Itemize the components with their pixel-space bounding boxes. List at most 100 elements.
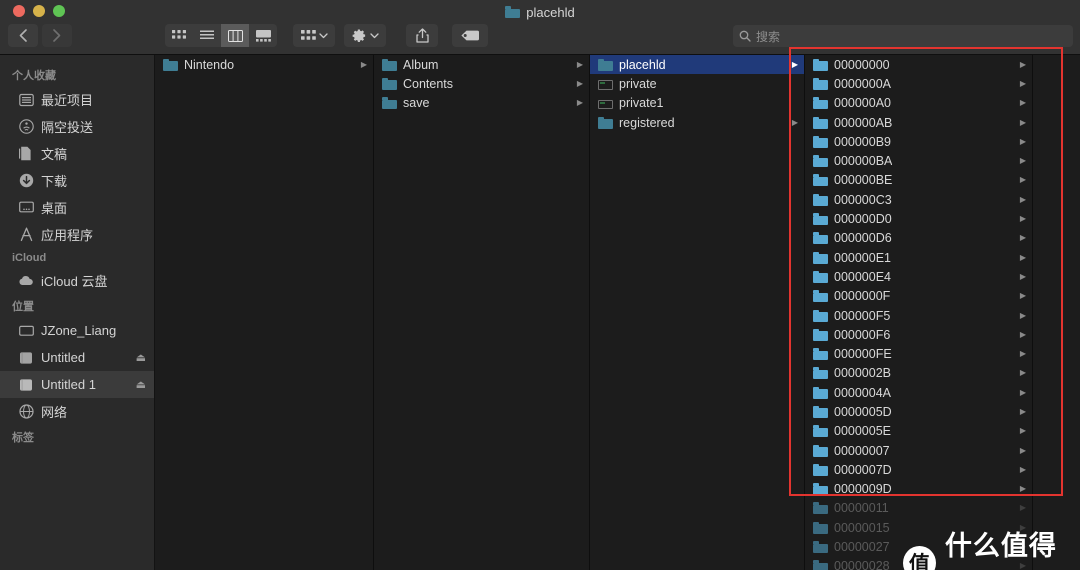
column-row[interactable]: 0000004A ▶ [805,383,1032,402]
icon-view-icon[interactable] [165,24,193,47]
column-row[interactable]: 00000007 ▶ [805,441,1032,460]
column-row[interactable]: 000000B9 ▶ [805,132,1032,151]
column-row[interactable]: placehld ▶ [590,55,804,75]
disclosure-arrow-icon[interactable]: ▶ [1020,195,1026,204]
column-row[interactable]: 000000BE ▶ [805,171,1032,190]
list-view-icon[interactable] [193,24,221,47]
column-nintendo[interactable]: Nintendo ▶ [155,55,374,570]
column-placehld-contents[interactable]: 00000000 ▶ 0000000A ▶ 000000A0 ▶ 000000AB ▶ 0000… [805,55,1033,570]
sidebar-item-desktop[interactable]: 桌面 [0,194,154,221]
sidebar-item-icloud-drive[interactable]: iCloud 云盘 [0,267,154,294]
forward-button[interactable] [42,24,72,47]
column-row[interactable]: Album ▶ [374,55,589,74]
sidebar-item-untitled-1[interactable]: Untitled 1 ⏏ [0,371,154,398]
disclosure-arrow-icon[interactable]: ▶ [1020,465,1026,474]
disclosure-arrow-icon[interactable]: ▶ [577,99,583,107]
column-row[interactable]: 000000BA ▶ [805,151,1032,170]
share-button[interactable] [406,24,438,47]
column-row[interactable]: 0000005E ▶ [805,422,1032,441]
disclosure-arrow-icon[interactable]: ▶ [1020,350,1026,358]
disclosure-arrow-icon[interactable]: ▶ [1020,562,1026,570]
column-empty[interactable] [1033,55,1079,570]
sidebar-item-untitled[interactable]: Untitled ⏏ [0,344,154,371]
disclosure-arrow-icon[interactable]: ▶ [1020,234,1026,242]
disclosure-arrow-icon[interactable]: ▶ [1020,446,1026,455]
column-row[interactable]: 000000F6 ▶ [805,325,1032,344]
disclosure-arrow-icon[interactable]: ▶ [1020,504,1026,512]
arrange-button[interactable] [293,24,335,47]
disclosure-arrow-icon[interactable]: ▶ [1020,272,1026,281]
disclosure-arrow-icon[interactable]: ▶ [1020,157,1026,165]
column-row[interactable]: 00000000 ▶ [805,55,1032,74]
column-row[interactable]: 0000007D ▶ [805,460,1032,479]
column-row[interactable]: Contents ▶ [374,74,589,93]
disclosure-arrow-icon[interactable]: ▶ [1020,60,1026,69]
column-row[interactable]: private [590,74,804,93]
column-row[interactable]: 0000000A ▶ [805,74,1032,93]
column-row[interactable]: 00000027 ▶ [805,537,1032,556]
column-row[interactable]: 0000002B ▶ [805,364,1032,383]
disclosure-arrow-icon[interactable]: ▶ [1020,137,1026,146]
disclosure-arrow-icon[interactable]: ▶ [1020,215,1026,223]
column-row[interactable]: 000000E1 ▶ [805,248,1032,267]
sidebar-item-downloads[interactable]: 下载 [0,167,154,194]
eject-icon[interactable]: ⏏ [136,378,146,391]
eject-icon[interactable]: ⏏ [136,351,146,364]
sidebar-item-recents[interactable]: 最近项目 [0,86,154,113]
column-row[interactable]: 00000011 ▶ [805,499,1032,518]
column-row[interactable]: 0000005D ▶ [805,402,1032,421]
column-row[interactable]: 000000F5 ▶ [805,306,1032,325]
disclosure-arrow-icon[interactable]: ▶ [792,118,798,127]
disclosure-arrow-icon[interactable]: ▶ [1020,330,1026,339]
disclosure-arrow-icon[interactable]: ▶ [577,79,583,88]
sidebar-item-applications[interactable]: 应用程序 [0,221,154,248]
search-field[interactable]: 搜索 [733,25,1073,47]
disclosure-arrow-icon[interactable]: ▶ [1020,311,1026,320]
column-row[interactable]: 000000E4 ▶ [805,267,1032,286]
sidebar-item-jzone-liang[interactable]: JZone_Liang [0,317,154,344]
disclosure-arrow-icon[interactable]: ▶ [361,60,367,69]
column-row[interactable]: 00000028 ▶ [805,557,1032,570]
gallery-view-icon[interactable] [249,24,277,47]
tag-button[interactable] [452,24,488,47]
back-button[interactable] [8,24,38,47]
column-row[interactable]: private1 [590,94,804,113]
folder-icon [813,135,828,148]
disclosure-arrow-icon[interactable]: ▶ [1020,543,1026,551]
sidebar[interactable]: 个人收藏 最近项目 隔空投送 文稿 下载 桌面 应用程序 iCloud iClo… [0,55,155,570]
column-row[interactable]: 000000FE ▶ [805,344,1032,363]
sidebar-item-airdrop[interactable]: 隔空投送 [0,113,154,140]
disclosure-arrow-icon[interactable]: ▶ [1020,388,1026,397]
column-row[interactable]: registered ▶ [590,113,804,132]
column-row[interactable]: save ▶ [374,94,589,113]
column-row[interactable]: 000000D6 ▶ [805,229,1032,248]
column-row[interactable]: 000000D0 ▶ [805,209,1032,228]
column-row-label: 000000C3 [834,192,892,207]
column-contents[interactable]: Album ▶ Contents ▶ save ▶ [374,55,590,570]
column-row[interactable]: 000000AB ▶ [805,113,1032,132]
sidebar-item-documents[interactable]: 文稿 [0,140,154,167]
disclosure-arrow-icon[interactable]: ▶ [792,60,798,69]
column-row[interactable]: 0000000F ▶ [805,287,1032,306]
disclosure-arrow-icon[interactable]: ▶ [1020,523,1026,532]
disclosure-arrow-icon[interactable]: ▶ [1020,292,1026,300]
action-button[interactable] [344,24,386,47]
disclosure-arrow-icon[interactable]: ▶ [1020,176,1026,184]
disclosure-arrow-icon[interactable]: ▶ [1020,427,1026,435]
column-row[interactable]: 0000009D ▶ [805,480,1032,499]
sidebar-item-network[interactable]: 网络 [0,398,154,425]
disclosure-arrow-icon[interactable]: ▶ [1020,369,1026,377]
disclosure-arrow-icon[interactable]: ▶ [1020,407,1026,416]
disclosure-arrow-icon[interactable]: ▶ [577,60,583,69]
column-row[interactable]: 00000015 ▶ [805,518,1032,537]
disclosure-arrow-icon[interactable]: ▶ [1020,79,1026,88]
column-placehld-parent[interactable]: placehld ▶ private private1 registered ▶ [590,55,805,570]
disclosure-arrow-icon[interactable]: ▶ [1020,253,1026,262]
disclosure-arrow-icon[interactable]: ▶ [1020,118,1026,127]
column-row[interactable]: Nintendo ▶ [155,55,373,74]
column-row[interactable]: 000000A0 ▶ [805,94,1032,113]
column-view-icon[interactable] [221,24,249,47]
disclosure-arrow-icon[interactable]: ▶ [1020,485,1026,493]
disclosure-arrow-icon[interactable]: ▶ [1020,99,1026,107]
column-row[interactable]: 000000C3 ▶ [805,190,1032,209]
